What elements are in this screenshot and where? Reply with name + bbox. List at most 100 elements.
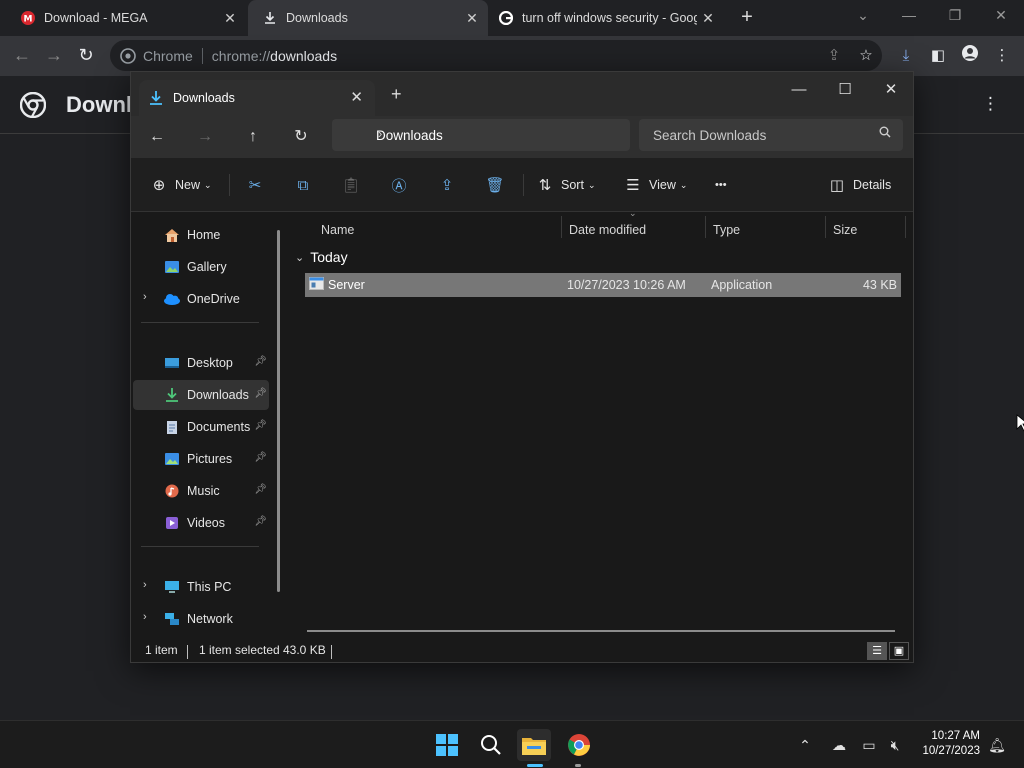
download-icon [262,10,278,26]
tab-title: Downloads [286,11,348,25]
nav-item-gallery[interactable]: Gallery [133,252,269,282]
copy-icon: ⧉ [297,176,309,194]
copy-button[interactable]: ⧉ [293,171,319,199]
close-tab-icon[interactable]: ✕ [464,10,480,26]
nav-item-onedrive[interactable]: › OneDrive [133,284,269,314]
close-window-icon[interactable]: ✕ [986,4,1016,26]
navigation-scrollbar[interactable] [277,230,280,592]
view-list-icon: ☰ [626,177,640,194]
notification-bell-icon[interactable]: 🔔︎ [986,735,1008,755]
tab-mega[interactable]: M Download - MEGA ✕ [6,0,246,36]
nav-item-music[interactable]: Music 📌︎ [133,476,269,506]
column-header-date[interactable]: Date modified [561,216,705,244]
nav-item-pictures[interactable]: Pictures 📌︎ [133,444,269,474]
page-menu-icon[interactable]: ⋮ [982,94,999,114]
address-bar[interactable]: Chrome chrome://downloads [110,40,882,71]
mouse-cursor-icon [1016,414,1024,435]
pin-icon[interactable]: 📌︎ [254,356,267,367]
up-icon[interactable]: ↑ [241,126,265,148]
downloads-icon[interactable]: ⤓ [894,44,918,68]
path-breadcrumb[interactable]: › Downloads [332,119,630,151]
nav-item-network[interactable]: › Network [133,604,269,634]
chevron-right-icon[interactable]: › [143,611,147,623]
tab-search-icon[interactable]: ⌄ [848,4,878,26]
new-tab-button[interactable]: + [735,6,759,30]
restore-icon[interactable]: ❐ [940,4,970,26]
delete-button[interactable]: 🗑︎ [485,171,511,199]
file-name: Server [328,278,365,292]
onedrive-offline-icon[interactable]: ☁ [828,735,850,755]
search-input[interactable]: Search Downloads [639,119,903,151]
back-icon[interactable]: ← [145,126,169,148]
running-indicator [575,764,581,767]
details-view-icon[interactable]: ☰ [867,642,887,660]
refresh-icon[interactable]: ↻ [289,126,313,148]
group-header-today[interactable]: ⌄ Today [295,246,348,268]
chrome-taskbar-icon[interactable] [562,729,596,761]
system-clock[interactable]: 10:27 AM 10/27/2023 [912,729,980,759]
tiles-view-icon[interactable]: ▣ [889,642,909,660]
mega-icon: M [20,10,36,26]
computer-icon [163,579,181,595]
file-explorer-taskbar-icon[interactable] [517,729,551,761]
more-menu-icon[interactable]: ⋮ [990,44,1014,68]
bookmark-star-icon[interactable]: ☆ [854,44,878,68]
explorer-tab-downloads[interactable]: Downloads ✕ [139,80,375,116]
share-button[interactable]: ⇪ [437,171,463,199]
paste-button[interactable]: 📋︎ [341,171,367,199]
minimize-icon[interactable]: — [779,76,819,104]
view-button[interactable]: ☰ View ⌄ [623,171,687,199]
close-tab-icon[interactable]: ✕ [700,10,716,26]
pin-icon[interactable]: 📌︎ [254,484,267,495]
profile-icon[interactable] [958,44,982,68]
rename-button[interactable]: Ⓐ [389,171,415,199]
pin-icon[interactable]: 📌︎ [254,388,267,399]
tab-downloads[interactable]: Downloads ✕ [248,0,488,36]
volume-muted-icon[interactable]: 🔇︎ [884,735,906,755]
nav-item-downloads[interactable]: Downloads 📌︎ [133,380,269,410]
minimize-icon[interactable]: — [894,4,924,26]
chevron-up-icon[interactable]: ⌃ [794,735,816,755]
sort-button[interactable]: ⇅ Sort ⌄ [535,171,596,199]
new-label: New [175,178,201,192]
column-header-type[interactable]: Type [705,216,825,244]
back-icon[interactable]: ← [10,44,34,68]
pin-icon[interactable]: 📌︎ [254,420,267,431]
start-windows-icon[interactable] [430,729,464,761]
nav-item-desktop[interactable]: Desktop 📌︎ [133,348,269,378]
close-window-icon[interactable]: ✕ [871,76,911,104]
nav-item-home[interactable]: Home [133,220,269,250]
divider[interactable] [905,216,906,238]
horizontal-scrollbar[interactable] [307,630,895,632]
search-icon[interactable] [474,729,508,761]
pin-icon[interactable]: 📌︎ [254,516,267,527]
tab-google-search[interactable]: turn off windows security - Goog ✕ [484,0,724,36]
network-status-icon[interactable]: ▭ [858,735,880,755]
column-label: Date modified [569,223,647,237]
forward-icon[interactable]: → [193,126,217,148]
more-options-button[interactable]: ••• [715,171,727,199]
site-label: Chrome [143,47,193,64]
nav-item-this-pc[interactable]: › This PC [133,572,269,602]
new-tab-button[interactable]: + [391,84,402,105]
chevron-right-icon[interactable]: › [143,579,147,591]
file-row-server[interactable]: Server 10/27/2023 10:26 AM Application 4… [305,273,901,297]
breadcrumb-downloads[interactable]: Downloads [376,128,443,143]
close-tab-icon[interactable]: ✕ [350,88,363,106]
close-tab-icon[interactable]: ✕ [222,10,238,26]
reload-icon[interactable]: ↻ [74,44,98,68]
nav-item-videos[interactable]: Videos 📌︎ [133,508,269,538]
maximize-icon[interactable]: ☐ [825,76,865,104]
share-icon[interactable]: ⇪ [822,44,846,68]
new-button[interactable]: ⊕ New ⌄ [149,171,212,199]
column-header-size[interactable]: Size [825,216,905,244]
details-pane-button[interactable]: ◫ Details [827,171,891,199]
url-path: downloads [270,47,338,64]
forward-icon[interactable]: → [42,44,66,68]
pin-icon[interactable]: 📌︎ [254,452,267,463]
chevron-right-icon[interactable]: › [143,291,147,303]
side-panel-icon[interactable]: ◧ [926,44,950,68]
nav-item-documents[interactable]: Documents 📌︎ [133,412,269,442]
cut-button[interactable]: ✂ [245,171,271,199]
column-header-name[interactable]: Name [313,216,561,244]
